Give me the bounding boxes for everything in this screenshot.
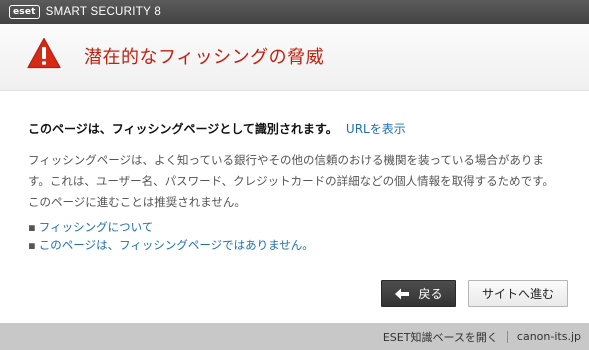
back-button-label: 戻る	[418, 287, 443, 301]
message-area: このページは、フィッシングページとして識別されます。 URLを表示 フィッシング…	[28, 120, 580, 213]
about-phishing-link[interactable]: ▪ フィッシングについて	[28, 218, 314, 236]
bullet-icon: ▪	[28, 238, 36, 252]
message-description: フィッシングページは、よく知っている銀行やその他の信頼のおける機関を装っている場…	[28, 150, 580, 213]
description-line: す。これは、ユーザー名、パスワード、クレジットカードの詳細などの個人情報を取得す…	[28, 174, 555, 188]
help-links: ▪ フィッシングについて ▪ このページは、フィッシングページではありません。	[28, 218, 314, 254]
knowledgebase-link[interactable]: ESET知識ベースを開く	[383, 329, 498, 345]
warning-triangle-icon	[27, 37, 61, 69]
message-headline: このページは、フィッシングページとして識別されます。 URLを表示	[28, 120, 580, 138]
arrow-left-icon	[395, 288, 410, 299]
headline-text: このページは、フィッシングページとして識別されます。	[28, 122, 338, 136]
footer-divider	[506, 330, 508, 343]
not-phishing-link[interactable]: ▪ このページは、フィッシングページではありません。	[28, 236, 314, 254]
description-line: このページに進むことは推奨されません。	[28, 195, 246, 209]
alert-header: 潜在的なフィッシングの脅威	[0, 24, 589, 91]
back-button[interactable]: 戻る	[381, 280, 456, 307]
footer-site: canon-its.jp	[516, 330, 581, 343]
product-name: SMART SECURITY 8	[45, 6, 162, 18]
show-url-link[interactable]: URLを表示	[346, 122, 406, 136]
footer-bar: ESET知識ベースを開く canon-its.jp	[0, 323, 589, 350]
title-bar: eset SMART SECURITY 8	[0, 0, 589, 24]
proceed-to-site-button[interactable]: サイトへ進む	[468, 280, 568, 307]
proceed-button-label: サイトへ進む	[481, 287, 554, 301]
eset-logo: eset	[9, 5, 40, 19]
link-label: フィッシングについて	[38, 220, 154, 234]
logo-text: eset	[13, 6, 36, 17]
alert-title: 潜在的なフィッシングの脅威	[84, 47, 325, 68]
bullet-icon: ▪	[28, 220, 36, 234]
link-label: このページは、フィッシングページではありません。	[38, 238, 314, 252]
description-line: フィッシングページは、よく知っている銀行やその他の信頼のおける機関を装っている場…	[28, 153, 544, 167]
